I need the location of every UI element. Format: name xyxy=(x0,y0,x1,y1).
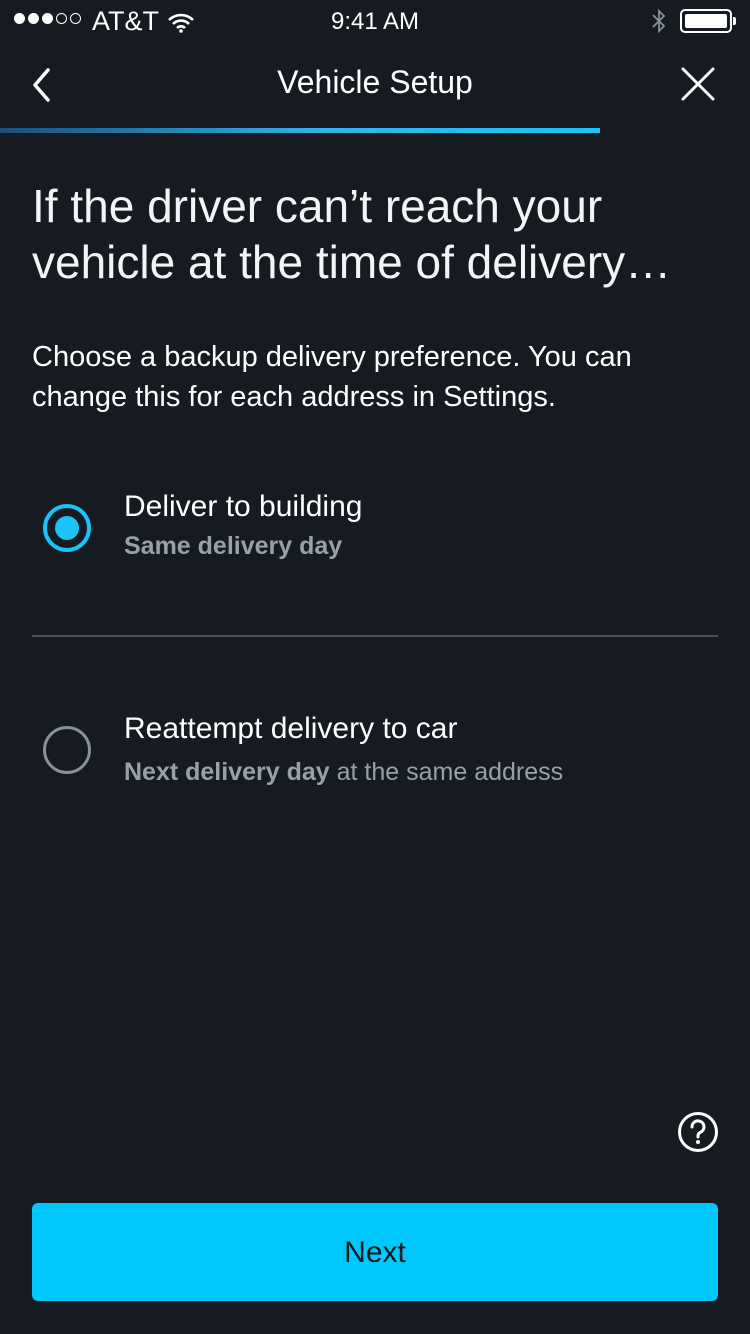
option-title: Deliver to building xyxy=(124,490,363,523)
status-time: 9:41 AM xyxy=(330,8,420,35)
radio-unselected-icon[interactable] xyxy=(43,726,91,774)
navigation-bar: Vehicle Setup xyxy=(0,40,750,130)
setup-progress-bar xyxy=(0,128,600,133)
close-icon xyxy=(681,67,715,101)
page-title: Vehicle Setup xyxy=(277,64,473,100)
next-button[interactable]: Next xyxy=(32,1203,718,1301)
question-circle-icon xyxy=(678,1112,718,1152)
status-bar: AT&T 9:41 AM xyxy=(0,0,750,40)
option-reattempt-delivery-to-car[interactable]: Reattempt delivery to car Next delivery … xyxy=(0,712,750,812)
battery-icon xyxy=(680,9,736,33)
option-subtitle-bold: Same delivery day xyxy=(124,532,343,560)
option-subtitle-bold: Next delivery day xyxy=(124,758,330,786)
option-subtitle: Next delivery day at the same address xyxy=(124,758,563,787)
help-button[interactable] xyxy=(676,1110,720,1154)
headline: If the driver can’t reach your vehicle a… xyxy=(32,180,672,288)
instructions-text: Choose a backup delivery preference. You… xyxy=(32,341,632,413)
bluetooth-icon xyxy=(650,8,668,41)
option-title: Reattempt delivery to car xyxy=(124,712,458,745)
option-deliver-to-building[interactable]: Deliver to building Same delivery day xyxy=(0,490,750,590)
option-subtitle-rest: at the same address xyxy=(329,758,564,786)
radio-selected-icon[interactable] xyxy=(43,504,91,552)
divider xyxy=(32,635,718,637)
close-button[interactable] xyxy=(676,62,720,106)
option-subtitle: Same delivery day xyxy=(124,532,342,561)
